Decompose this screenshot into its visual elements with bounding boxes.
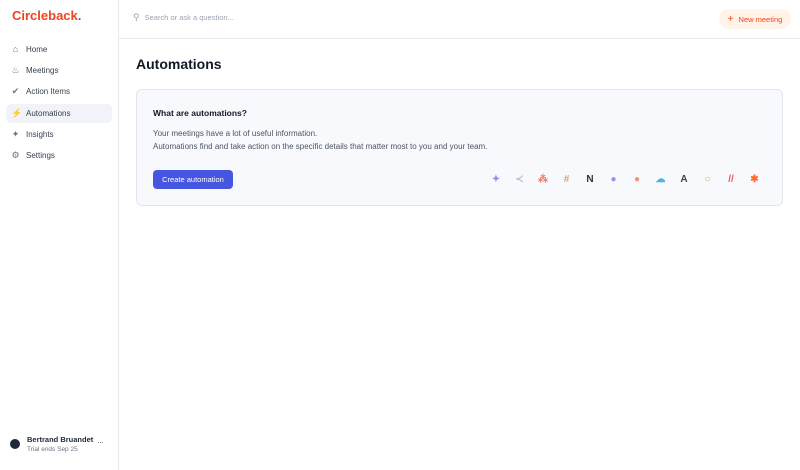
plus-icon: + — [728, 14, 734, 25]
topbar: ⚲ Search or ask a question... + New meetin… — [119, 0, 800, 39]
google-icon: ○ — [701, 173, 714, 186]
create-automation-button[interactable]: Create automation — [153, 170, 233, 189]
sparkles-icon: ✦ — [11, 130, 20, 139]
sidebar-item-label: Action Items — [26, 87, 70, 96]
card-description-1: Your meetings have a lot of useful infor… — [153, 129, 317, 138]
new-meeting-button[interactable]: + New meeting — [719, 9, 791, 29]
user-profile[interactable]: Bertrand Bruandet Trial ends Sep 25 ··· — [10, 435, 110, 453]
check-circle-icon: ✔ — [11, 87, 20, 96]
sidebar-item-label: Settings — [26, 151, 55, 160]
sidebar-item-settings[interactable]: ⚙ Settings — [6, 146, 112, 165]
home-icon: ⌂ — [11, 45, 20, 54]
sidebar-item-label: Meetings — [26, 66, 58, 75]
gear-icon: ⚙ — [11, 151, 20, 160]
zapier-icon: ✱ — [748, 173, 761, 186]
sidebar-item-action-items[interactable]: ✔ Action Items — [6, 82, 112, 101]
trial-status: Trial ends Sep 25 — [27, 446, 93, 453]
share-icon: ≺ — [513, 173, 526, 186]
sidebar-item-home[interactable]: ⌂ Home — [6, 40, 112, 59]
bolt-icon: ⚡ — [11, 109, 20, 118]
sidebar: Circleback. ⌂ Home ♨ Meetings ✔ Action Item… — [0, 0, 119, 470]
card-heading: What are automations? — [153, 108, 247, 118]
search-icon: ⚲ — [133, 12, 140, 23]
notion-icon: N — [584, 173, 597, 186]
salesforce-icon: ☁ — [654, 173, 667, 186]
search-placeholder: Search or ask a question... — [145, 13, 234, 22]
ai-sparkle-icon: ✦ — [490, 173, 503, 186]
sidebar-item-insights[interactable]: ✦ Insights — [6, 125, 112, 144]
logo-dot: . — [78, 8, 82, 23]
slack-icon: # — [560, 173, 573, 186]
more-options-icon[interactable]: ··· — [97, 437, 103, 447]
sidebar-item-label: Insights — [26, 130, 54, 139]
automations-intro-card: What are automations? Your meetings have… — [136, 89, 783, 206]
sidebar-item-label: Home — [26, 45, 47, 54]
hubspot-icon: ● — [631, 173, 644, 186]
attio-icon: A — [678, 173, 691, 186]
sidebar-item-label: Automations — [26, 109, 70, 118]
page-title: Automations — [136, 56, 222, 72]
avatar-icon — [10, 439, 20, 449]
flame-icon: ♨ — [11, 66, 20, 75]
card-description-2: Automations find and take action on the … — [153, 142, 487, 151]
monday-icon: // — [725, 173, 738, 186]
sidebar-item-automations[interactable]: ⚡ Automations — [6, 104, 112, 123]
sidebar-nav: ⌂ Home ♨ Meetings ✔ Action Items ⚡ Automatio… — [6, 40, 112, 167]
asana-icon: ⁂ — [537, 173, 550, 186]
integration-icons: ✦ ≺ ⁂ # N ● ● ☁ A ○ // ✱ — [490, 173, 762, 186]
logo[interactable]: Circleback. — [12, 8, 81, 23]
user-name: Bertrand Bruandet — [27, 435, 93, 444]
new-meeting-label: New meeting — [739, 15, 783, 24]
search-input[interactable]: ⚲ Search or ask a question... — [133, 12, 234, 23]
linear-icon: ● — [607, 173, 620, 186]
sidebar-item-meetings[interactable]: ♨ Meetings — [6, 61, 112, 80]
logo-text: Circleback — [12, 8, 78, 23]
